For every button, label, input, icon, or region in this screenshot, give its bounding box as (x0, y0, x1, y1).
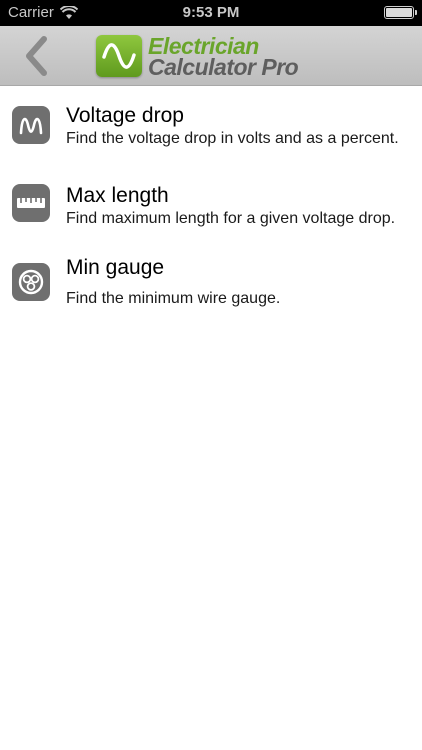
ruler-icon (12, 184, 50, 222)
sine-wave-icon (12, 106, 50, 144)
app-logo: Electrician Calculator Pro (96, 33, 326, 80)
list-item-min-gauge[interactable]: Min gauge Find the minimum wire gauge. (0, 254, 422, 328)
item-description: Find the voltage drop in volts and as a … (66, 130, 399, 147)
battery-level (386, 8, 412, 17)
wire-gauge-icon (12, 263, 50, 301)
status-time: 9:53 PM (182, 4, 240, 21)
logo-line-2: Calculator Pro (148, 54, 299, 80)
list-item-max-length[interactable]: Max length Find maximum length for a giv… (0, 174, 422, 248)
back-chevron-icon[interactable] (22, 35, 50, 77)
logo-sine-icon (102, 43, 136, 69)
item-description: Find maximum length for a given voltage … (66, 210, 396, 227)
logo-badge (96, 35, 142, 77)
item-title: Min gauge (66, 256, 165, 279)
item-description: Find the minimum wire gauge. (66, 290, 281, 307)
item-title: Voltage drop (66, 104, 184, 127)
navigation-bar: Electrician Calculator Pro (0, 26, 422, 86)
battery-icon (384, 6, 417, 19)
list-item-voltage-drop[interactable]: Voltage drop Find the voltage drop in vo… (0, 94, 422, 168)
item-title: Max length (66, 184, 169, 207)
status-bar: Carrier 9:53 PM (0, 0, 422, 26)
